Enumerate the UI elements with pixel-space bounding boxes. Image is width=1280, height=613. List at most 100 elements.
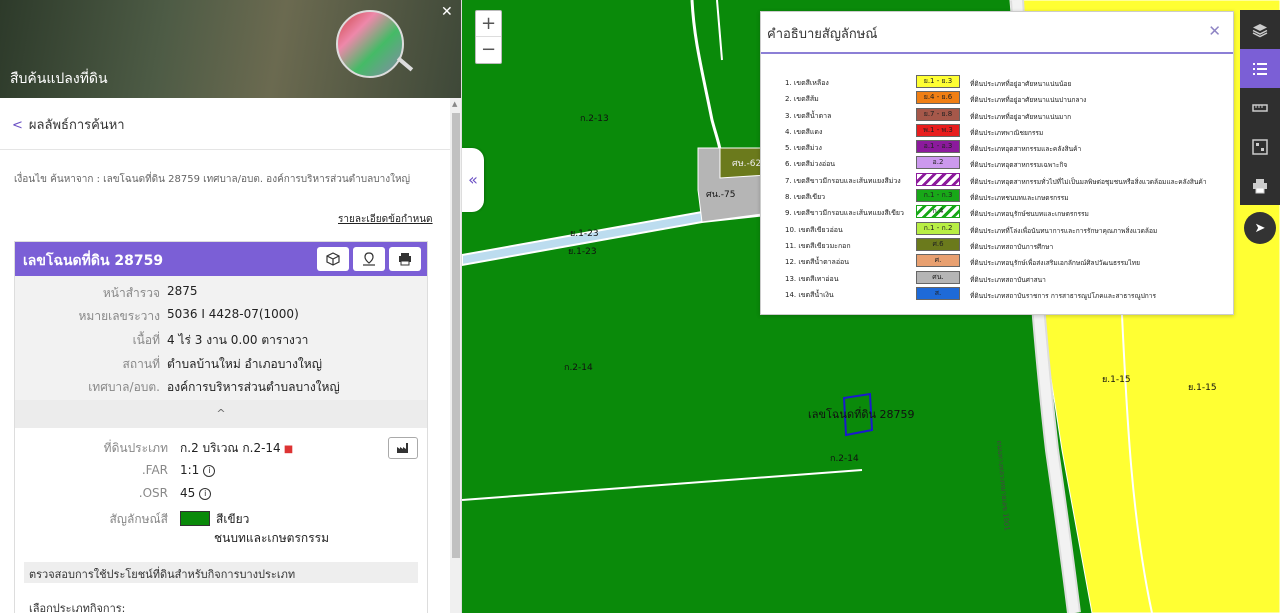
legend-row-name: 14. เขตสีน้ำเงิน	[785, 290, 834, 299]
magnifier-handle	[396, 56, 414, 72]
app-root: ก.2-13 ศษ.-62 ศน.-75 ย.1-23 ย.1-23 ก.2-1…	[0, 0, 1280, 613]
legend-row-name: 7. เขตสีขาวมีกรอบและเส้นทแยงสีม่วง	[785, 176, 901, 185]
legend-row-desc: ที่ดินประเภทที่อยู่อาศัยหนาแน่นปานกลาง	[970, 96, 1087, 105]
far-label: .FAR	[141, 463, 168, 477]
legend-popup: คำอธิบายสัญลักษณ์ ✕ 1. เขตสีเหลือง ย.1 - …	[760, 11, 1234, 315]
legend-swatch	[916, 172, 960, 186]
field-label-survey: หน้าสำรวจ	[102, 286, 160, 300]
legend-row-desc: ที่ดินประเภทอนุรักษ์ชนบทและเกษตรกรรม	[970, 210, 1089, 219]
cube-icon[interactable]	[317, 247, 349, 271]
legend-swatch: ก.1 - ก.2	[916, 221, 960, 235]
collapse-panel-button[interactable]: «	[462, 148, 484, 212]
navigate-icon[interactable]: ➤	[1244, 212, 1276, 244]
chevron-left-icon: <	[12, 118, 23, 133]
legend-row-name: 2. เขตสีส้ม	[785, 95, 819, 104]
panel-title: สืบค้นแปลงที่ดิน	[10, 71, 108, 87]
parcel-info-section: หน้าสำรวจ 2875 หมายเลขระวาง 5036 I 4428-…	[15, 276, 427, 400]
legend-row-desc: ที่ดินประเภทอุตสาหกรรมทั่วไปที่ไม่เป็นมล…	[970, 177, 1207, 186]
back-to-results-button[interactable]: < ผลลัพธ์การค้นหา	[0, 98, 461, 150]
osr-value: 45 i	[180, 486, 212, 500]
zone-label-y1-23b: ย.1-23	[568, 247, 597, 257]
legend-row-desc: ที่ดินประเภทอุตสาหกรรมและคลังสินค้า	[970, 145, 1082, 154]
land-type-label: ที่ดินประเภท	[103, 441, 168, 455]
parcel-label[interactable]: เลขโฉนดที่ดิน 28759	[808, 405, 915, 423]
close-icon[interactable]: ✕	[1208, 22, 1221, 40]
factory-icon[interactable]	[388, 437, 418, 459]
search-condition: เงื่อนไข ค้นหาจาก : เลขโฉนดที่ดิน 28759 …	[14, 174, 411, 185]
legend-row-desc: ที่ดินประเภทชนบทและเกษตรกรรม	[970, 194, 1069, 203]
legend-row-name: 13. เขตสีเทาอ่อน	[785, 274, 839, 283]
panel-scrollbar[interactable]: ▲	[450, 98, 461, 613]
zoom-in-button[interactable]: +	[476, 11, 501, 37]
legend-row-desc: ที่ดินประเภทสถาบันศาสนา	[970, 275, 1046, 284]
zone-label-k2-14a: ก.2-14	[564, 363, 593, 373]
scroll-up-icon[interactable]: ▲	[452, 100, 457, 108]
legend-swatch: ศน.	[916, 270, 960, 284]
right-toolbar	[1240, 10, 1280, 205]
field-label-location: สถานที่	[122, 357, 160, 371]
info-icon[interactable]: i	[199, 488, 212, 500]
qr-icon[interactable]	[1240, 127, 1280, 166]
legend-row-name: 5. เขตสีม่วง	[785, 144, 822, 153]
zoom-out-button[interactable]: −	[476, 37, 501, 63]
legend-swatch: ศ.	[916, 254, 960, 268]
parcel-card: เลขโฉนดที่ดิน 28759 หน้าสำรวจ 2875 หมายเ…	[14, 241, 428, 613]
color-value: สีเขียว	[180, 510, 249, 529]
legend-row-desc: ที่ดินประเภทที่อยู่อาศัยหนาแน่นน้อย	[970, 80, 1072, 88]
field-label-area: เนื้อที่	[132, 333, 160, 347]
zone-label-75: ศน.-75	[706, 190, 736, 200]
legend-row-name: 6. เขตสีม่วงอ่อน	[785, 160, 836, 169]
legend-list-icon[interactable]	[1240, 49, 1280, 88]
legend-row-name: 10. เขตสีเขียวอ่อน	[785, 225, 843, 234]
collapse-toggle[interactable]: ^	[15, 400, 427, 428]
field-value-survey: 2875	[167, 284, 198, 298]
magnifier-illustration	[336, 10, 404, 78]
legend-swatch: พ.1 - พ.3	[916, 123, 960, 137]
legend-swatch: ส.	[916, 286, 960, 300]
back-label: ผลลัพธ์การค้นหา	[28, 118, 125, 133]
field-value-area: 4 ไร่ 3 งาน 0.00 ตารางวา	[167, 333, 309, 347]
field-value-sheet: 5036 I 4428-07(1000)	[167, 307, 299, 321]
panel-banner: สืบค้นแปลงที่ดิน ✕	[0, 0, 461, 98]
color-swatch	[180, 511, 210, 526]
land-type-value: ก.2 บริเวณ ก.2-14 ■	[180, 439, 293, 458]
ruler-icon[interactable]	[1240, 88, 1280, 127]
color-label: สัญลักษณ์สี	[109, 512, 168, 526]
land-type-text: ก.2 บริเวณ ก.2-14	[180, 441, 281, 455]
far-value: 1:1 i	[180, 463, 216, 477]
close-icon[interactable]: ✕	[441, 4, 453, 20]
legend-swatch: ย.1 - ย.3	[916, 75, 960, 88]
select-business-label: เลือกประเภทกิจการ:	[29, 602, 126, 613]
zoom-control: + −	[475, 10, 502, 64]
legend-swatch: ย.7 - ย.8	[916, 107, 960, 121]
legend-swatch: ย.4 - ย.6	[916, 91, 960, 105]
color-desc: ชนบทและเกษตรกรรม	[214, 531, 329, 545]
zone-label-62: ศษ.-62	[732, 159, 762, 169]
check-usage-bar[interactable]: ตรวจสอบการใช้ประโยชน์ที่ดินสำหรับกิจการบ…	[24, 562, 418, 583]
field-value-location: ตำบลบ้านใหม่ อำเภอบางใหญ่	[167, 357, 322, 371]
color-name: สีเขียว	[216, 512, 250, 526]
legend-row-desc: ที่ดินประเภทสถาบันการศึกษา	[970, 242, 1054, 251]
far-text: 1:1	[180, 463, 200, 477]
scroll-thumb[interactable]	[452, 113, 460, 558]
map-pin-icon[interactable]	[353, 247, 385, 271]
print-icon[interactable]	[1240, 166, 1280, 205]
zone-label-k2-14b: ก.2-14	[830, 454, 859, 464]
osr-label: .OSR	[138, 486, 168, 500]
legend-row-name: 1. เขตสีเหลือง	[785, 79, 829, 87]
field-label-municipality: เทศบาล/อบต.	[88, 380, 160, 394]
field-value-municipality: องค์การบริหารส่วนตำบลบางใหญ่	[167, 380, 340, 394]
search-panel: สืบค้นแปลงที่ดิน ✕ < ผลลัพธ์การค้นหา เงื่…	[0, 0, 462, 613]
legend-row-name: 4. เขตสีแดง	[785, 127, 823, 136]
legend-swatch: ก.1 - ก.3	[916, 189, 960, 203]
pdf-icon[interactable]: ■	[284, 444, 293, 455]
legend-title: คำอธิบายสัญลักษณ์	[761, 12, 1233, 54]
detail-link[interactable]: รายละเอียดข้อกำหนด	[338, 212, 433, 227]
legend-row-name: 11. เขตสีเขียวมะกอก	[785, 241, 851, 250]
print-icon[interactable]	[389, 247, 421, 271]
legend-row-desc: ที่ดินประเภทที่โล่งเพื่อนันทนาการและการร…	[970, 226, 1158, 235]
info-icon[interactable]: i	[203, 465, 216, 477]
layers-icon[interactable]	[1240, 10, 1280, 49]
legend-row-name: 3. เขตสีน้ำตาล	[785, 111, 832, 120]
zone-label-y1-15a: ย.1-15	[1102, 375, 1131, 385]
